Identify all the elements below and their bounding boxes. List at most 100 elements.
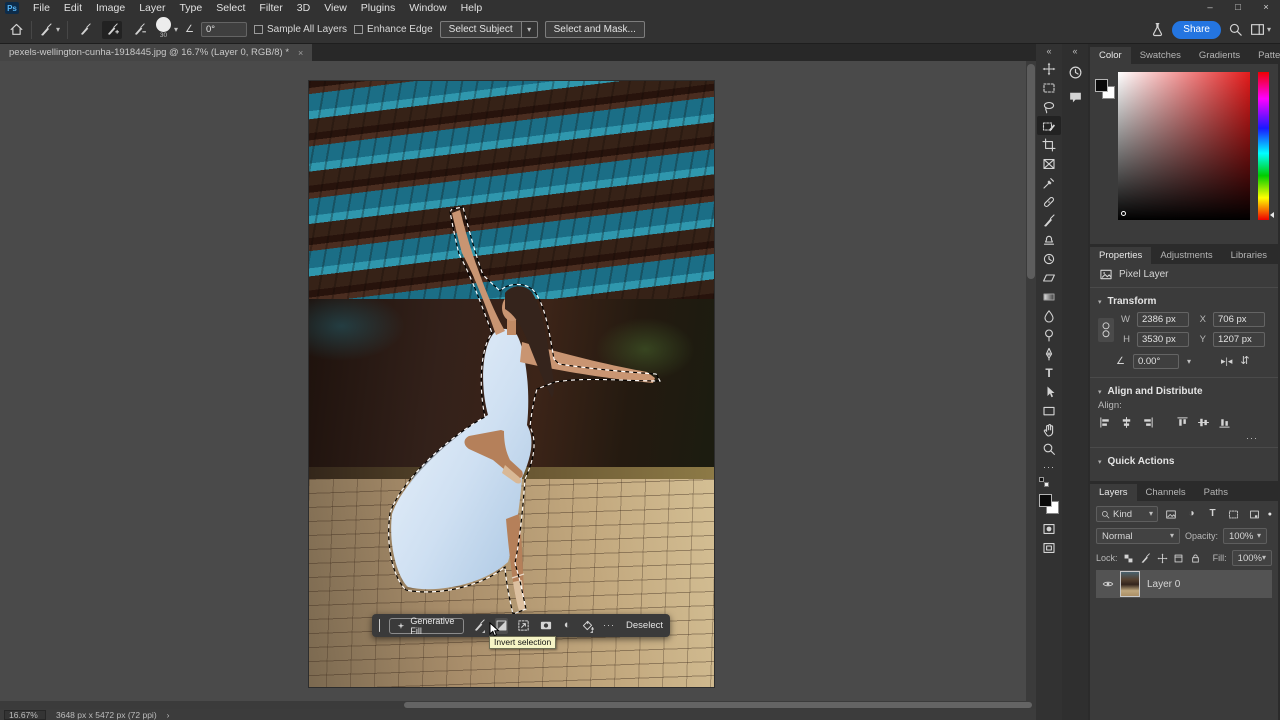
tab-channels[interactable]: Channels bbox=[1137, 484, 1195, 501]
filter-type-layers-icon[interactable]: T bbox=[1204, 507, 1221, 522]
feather-selection-button[interactable]: ◐ bbox=[562, 618, 572, 634]
align-left-icon[interactable] bbox=[1098, 415, 1113, 429]
filter-pixel-layers-icon[interactable] bbox=[1162, 507, 1179, 522]
tab-close-icon[interactable]: × bbox=[298, 48, 303, 58]
hand-tool-icon[interactable] bbox=[1037, 420, 1061, 439]
tab-swatches[interactable]: Swatches bbox=[1131, 47, 1190, 64]
eraser-tool-icon[interactable] bbox=[1037, 268, 1061, 287]
move-tool-icon[interactable] bbox=[1037, 59, 1061, 78]
comments-panel-icon[interactable] bbox=[1063, 88, 1087, 107]
more-options-button[interactable]: ··· bbox=[603, 618, 615, 634]
align-section-header[interactable]: ▾Align and Distribute bbox=[1090, 380, 1278, 399]
filter-shape-layers-icon[interactable] bbox=[1225, 507, 1242, 522]
workspace-switcher[interactable]: ▾ bbox=[1250, 22, 1271, 37]
zoom-tool-icon[interactable] bbox=[1037, 439, 1061, 458]
transform-section-header[interactable]: ▾Transform bbox=[1090, 290, 1278, 309]
tab-libraries[interactable]: Libraries bbox=[1222, 247, 1276, 264]
maximize-button[interactable]: □ bbox=[1224, 0, 1252, 16]
rectangle-tool-icon[interactable] bbox=[1037, 401, 1061, 420]
beta-features-icon[interactable] bbox=[1150, 22, 1165, 37]
menu-help[interactable]: Help bbox=[454, 0, 490, 16]
tab-color[interactable]: Color bbox=[1090, 47, 1131, 64]
menu-image[interactable]: Image bbox=[89, 0, 132, 16]
crop-tool-icon[interactable] bbox=[1037, 135, 1061, 154]
document-tab[interactable]: pexels-wellington-cunha-1918445.jpg @ 16… bbox=[0, 44, 312, 61]
rotation-field[interactable]: 0.00° bbox=[1133, 354, 1179, 369]
lock-transparent-pixels-icon[interactable] bbox=[1123, 551, 1135, 566]
filter-adjustment-layers-icon[interactable]: ◑ bbox=[1183, 507, 1200, 522]
menu-select[interactable]: Select bbox=[209, 0, 252, 16]
opacity-dropdown[interactable]: 100%▾ bbox=[1223, 528, 1267, 544]
create-mask-button[interactable] bbox=[539, 618, 553, 634]
type-tool-icon[interactable]: T bbox=[1037, 363, 1061, 382]
healing-brush-tool-icon[interactable] bbox=[1037, 192, 1061, 211]
select-and-mask-button[interactable]: Select and Mask... bbox=[545, 21, 645, 38]
brush-size-picker[interactable]: 30 ▾ bbox=[156, 21, 178, 39]
frame-tool-icon[interactable] bbox=[1037, 154, 1061, 173]
layer-name[interactable]: Layer 0 bbox=[1147, 579, 1180, 590]
menu-type[interactable]: Type bbox=[172, 0, 209, 16]
tab-layers[interactable]: Layers bbox=[1090, 484, 1137, 501]
clone-stamp-tool-icon[interactable] bbox=[1037, 230, 1061, 249]
taskbar-drag-handle[interactable] bbox=[379, 619, 380, 632]
quick-mask-mode-icon[interactable] bbox=[1037, 519, 1061, 538]
tab-adjustments[interactable]: Adjustments bbox=[1151, 247, 1221, 264]
align-more-options[interactable]: ··· bbox=[1090, 433, 1278, 445]
menu-window[interactable]: Window bbox=[402, 0, 453, 16]
select-subject-split-button[interactable]: Select Subject ▾ bbox=[440, 21, 538, 38]
new-selection-mode-button[interactable] bbox=[75, 21, 95, 39]
expand-panels-icon[interactable]: « bbox=[1072, 44, 1077, 59]
quick-actions-header[interactable]: ▾Quick Actions bbox=[1090, 450, 1278, 469]
filter-smart-objects-icon[interactable] bbox=[1246, 507, 1263, 522]
menu-file[interactable]: File bbox=[26, 0, 57, 16]
lock-all-icon[interactable] bbox=[1190, 551, 1202, 566]
lock-position-icon[interactable] bbox=[1156, 551, 1168, 566]
select-subject-dropdown[interactable]: ▾ bbox=[522, 21, 538, 38]
collapse-toolbar-icon[interactable]: « bbox=[1046, 44, 1051, 59]
screen-mode-icon[interactable] bbox=[1037, 538, 1061, 557]
gradient-tool-icon[interactable] bbox=[1037, 287, 1061, 306]
edit-toolbar-icon[interactable]: ··· bbox=[1037, 458, 1061, 477]
color-panel-swatches[interactable] bbox=[1094, 78, 1116, 100]
transform-selection-button[interactable] bbox=[517, 618, 530, 634]
flip-horizontal-icon[interactable]: ▸|◂ bbox=[1221, 357, 1232, 366]
lasso-tool-icon[interactable] bbox=[1037, 97, 1061, 116]
close-button[interactable]: × bbox=[1252, 0, 1280, 16]
align-top-icon[interactable] bbox=[1175, 415, 1190, 429]
object-selection-tool-icon[interactable] bbox=[1037, 116, 1061, 135]
invert-selection-button[interactable] bbox=[495, 618, 508, 634]
eyedropper-tool-icon[interactable] bbox=[1037, 173, 1061, 192]
foreground-background-swatches[interactable] bbox=[1038, 493, 1060, 515]
tab-patterns[interactable]: Patterns bbox=[1249, 47, 1280, 64]
vertical-scrollbar-thumb[interactable] bbox=[1027, 64, 1035, 279]
brush-angle-field[interactable]: 0° bbox=[201, 22, 247, 37]
path-selection-tool-icon[interactable] bbox=[1037, 382, 1061, 401]
selection-brush-tool-preset[interactable]: ▾ bbox=[39, 23, 60, 37]
height-field[interactable]: 3530 px bbox=[1137, 332, 1189, 347]
saturation-brightness-box[interactable] bbox=[1118, 72, 1250, 220]
layer-visibility-toggle[interactable] bbox=[1096, 578, 1120, 590]
history-brush-tool-icon[interactable] bbox=[1037, 249, 1061, 268]
wh-link-icon[interactable] bbox=[1098, 318, 1114, 342]
zoom-level-field[interactable]: 16.67% bbox=[4, 710, 46, 720]
dodge-tool-icon[interactable] bbox=[1037, 325, 1061, 344]
menu-layer[interactable]: Layer bbox=[132, 0, 172, 16]
default-colors-icon[interactable] bbox=[1039, 477, 1049, 487]
chevron-down-icon[interactable]: ▾ bbox=[1187, 358, 1191, 366]
generative-fill-button[interactable]: Generative Fill bbox=[389, 618, 464, 634]
home-icon[interactable] bbox=[9, 22, 24, 37]
sample-all-layers-checkbox[interactable]: Sample All Layers bbox=[254, 24, 347, 35]
y-field[interactable]: 1207 px bbox=[1213, 332, 1265, 347]
filter-kind-dropdown[interactable]: Kind ▾ bbox=[1096, 506, 1158, 522]
hue-slider[interactable] bbox=[1258, 72, 1269, 220]
layer-thumbnail[interactable] bbox=[1120, 571, 1140, 597]
enhance-edge-checkbox[interactable]: Enhance Edge bbox=[354, 24, 433, 35]
subtract-from-selection-mode-button[interactable] bbox=[129, 21, 149, 39]
foreground-color-swatch[interactable] bbox=[1039, 494, 1052, 507]
align-right-icon[interactable] bbox=[1140, 415, 1155, 429]
lock-image-pixels-icon[interactable] bbox=[1139, 551, 1151, 566]
menu-edit[interactable]: Edit bbox=[57, 0, 89, 16]
tab-paths[interactable]: Paths bbox=[1195, 484, 1237, 501]
align-center-vertical-icon[interactable] bbox=[1196, 415, 1211, 429]
lock-artboard-icon[interactable] bbox=[1173, 551, 1185, 566]
